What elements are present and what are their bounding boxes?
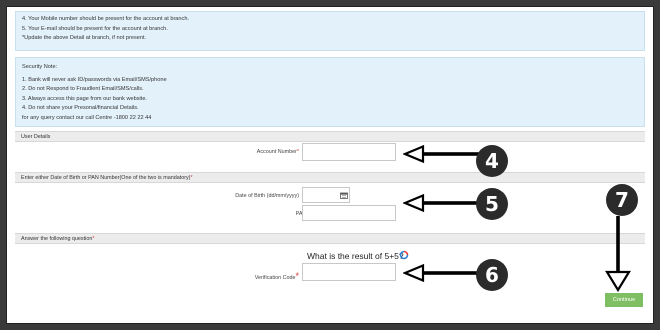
refresh-icon[interactable]	[399, 250, 409, 260]
note-line: 4. Your Mobile number should be present …	[22, 16, 189, 22]
arrow-left-icon	[403, 264, 479, 282]
annotation-badge-4: 4	[476, 145, 508, 177]
account-number-label: Account Number*	[256, 149, 299, 155]
annotation-badge-7: 7	[606, 184, 638, 216]
dob-label: Date of Birth (dd/mm/yyyy)	[235, 193, 299, 199]
verification-code-input[interactable]	[302, 263, 396, 281]
security-note: Security Note: 1. Bank will never ask ID…	[15, 57, 645, 127]
account-number-input[interactable]	[302, 143, 396, 161]
security-note-line: 3. Always access this page from our bank…	[22, 95, 147, 102]
pan-number-input[interactable]	[302, 205, 396, 221]
note-line: 5. Your E-mail should be present for the…	[22, 25, 168, 32]
annotation-badge-6: 6	[476, 259, 508, 291]
continue-button[interactable]: Continue	[605, 293, 643, 307]
security-note-line: 4. Do not share your Presonal/financial …	[22, 105, 139, 111]
security-note-line: 2. Do not Respond to Fraudlent Email/SMS…	[22, 86, 144, 92]
calendar-icon[interactable]	[340, 192, 348, 199]
account-requirements-note: 4. Your Mobile number should be present …	[15, 11, 645, 51]
captcha-question: What is the result of 5+5?	[307, 251, 404, 261]
dob-pan-heading: Enter either Date of Birth or PAN Number…	[15, 172, 645, 183]
security-note-title: Security Note:	[22, 64, 58, 70]
security-note-line: for any query contact our call Centre -1…	[22, 114, 152, 121]
arrow-left-icon	[403, 145, 479, 163]
user-details-heading: User Details	[15, 131, 645, 142]
page: 4. Your Mobile number should be present …	[6, 6, 654, 324]
arrow-down-icon	[605, 216, 631, 292]
question-heading: Answer the following question*	[15, 233, 645, 244]
annotation-badge-5: 5	[476, 188, 508, 220]
verification-code-label: Verification Code*	[254, 271, 299, 281]
note-line: *Update the above Detail at branch, if n…	[22, 35, 147, 41]
arrow-left-icon	[403, 194, 479, 212]
security-note-line: 1. Bank will never ask ID/passwords via …	[22, 76, 167, 83]
